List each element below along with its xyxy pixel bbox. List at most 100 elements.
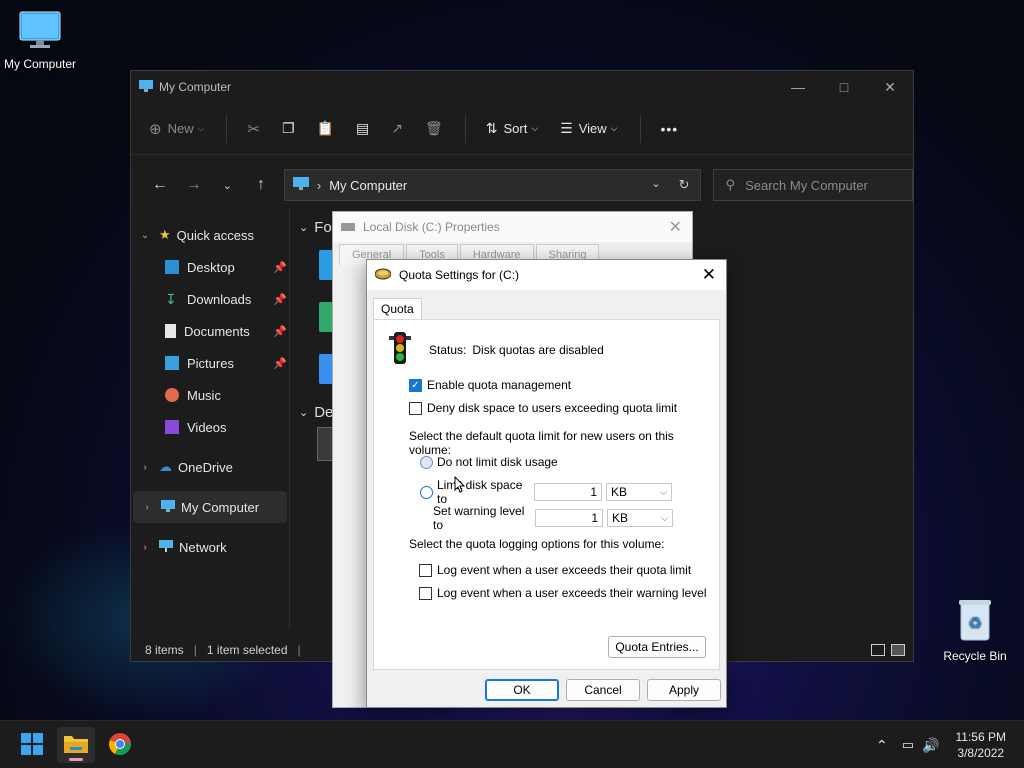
limit-unit-select[interactable]: KB ⌵ <box>606 483 672 501</box>
details-view-icon[interactable] <box>871 644 885 656</box>
large-icons-view-icon[interactable] <box>891 644 905 656</box>
window-title: My Computer <box>159 80 232 94</box>
radio-button[interactable] <box>420 485 433 499</box>
nav-item-music[interactable]: Music <box>131 379 289 411</box>
rename-button[interactable]: ▤ <box>356 120 369 137</box>
default-limit-heading: Select the default quota limit for new u… <box>409 429 719 457</box>
back-arrow-icon[interactable]: ← <box>143 176 177 194</box>
share-button[interactable]: ↗ <box>391 120 403 137</box>
paste-button[interactable]: 📋 <box>317 120 334 137</box>
maximize-button[interactable]: □ <box>821 71 867 103</box>
nav-onedrive[interactable]: › ☁ OneDrive <box>131 451 289 483</box>
checkbox-unchecked[interactable] <box>419 563 432 577</box>
pin-icon[interactable]: 📌 <box>273 357 287 370</box>
network-icon <box>159 539 173 555</box>
nav-quick-access[interactable]: ⌄ ★ Quick access <box>131 219 289 251</box>
log-warning-checkbox[interactable]: Log event when a user exceeds their warn… <box>419 586 707 600</box>
deny-space-checkbox[interactable]: Deny disk space to users exceeding quota… <box>409 401 677 415</box>
expanded-chevron-icon[interactable]: ⌄ <box>131 230 159 241</box>
properties-titlebar[interactable]: Local Disk (C:) Properties ✕ <box>333 212 692 242</box>
rename-icon: ▤ <box>356 120 370 136</box>
minimize-button[interactable]: — <box>775 71 821 103</box>
pin-icon[interactable]: 📌 <box>273 325 287 338</box>
delete-button[interactable]: 🗑 <box>425 120 443 137</box>
explorer-titlebar[interactable]: My Computer — □ ✕ <box>131 71 913 103</box>
cancel-button[interactable]: Cancel <box>566 679 640 701</box>
pin-icon[interactable]: 📌 <box>273 261 287 274</box>
breadcrumb-my-computer[interactable]: My Computer <box>329 178 407 193</box>
video-icon <box>165 420 179 434</box>
quota-entries-button[interactable]: Quota Entries... <box>608 636 706 658</box>
warning-value-input[interactable]: 1 <box>535 509 603 527</box>
desktop-folder-icon <box>165 260 179 274</box>
collapsed-chevron-icon[interactable]: › <box>131 542 159 553</box>
nav-item-documents[interactable]: Documents 📌 <box>131 315 289 347</box>
refresh-icon[interactable]: ↻ <box>679 177 690 193</box>
forward-arrow-icon[interactable]: → <box>177 176 211 194</box>
ok-button[interactable]: OK <box>485 679 559 701</box>
address-dropdown-chevron-icon[interactable]: ⌄ <box>651 177 660 193</box>
collapsed-chevron-icon[interactable]: › <box>133 502 161 513</box>
collapsed-chevron-icon[interactable]: › <box>131 462 159 473</box>
nav-label: Quick access <box>176 227 254 243</box>
copy-button[interactable]: ❐ <box>282 120 295 137</box>
logging-heading: Select the quota logging options for thi… <box>409 537 665 551</box>
quota-titlebar[interactable]: Quota Settings for (C:) ✕ <box>367 260 726 290</box>
checkbox-checked[interactable]: ✓ <box>409 378 422 392</box>
warning-unit-select[interactable]: KB ⌵ <box>607 509 673 527</box>
toolbar-divider <box>226 114 228 143</box>
taskbar-chrome[interactable] <box>101 727 139 763</box>
nav-item-desktop[interactable]: Desktop 📌 <box>131 251 289 283</box>
desktop-icon-recycle-bin[interactable]: ♻ Recycle Bin <box>935 598 1015 663</box>
nav-label: My Computer <box>181 499 260 515</box>
taskbar: ⌃ ▭ 🔊 11:56 PM 3/8/2022 <box>0 720 1024 768</box>
radio-button[interactable] <box>420 455 433 469</box>
copy-icon: ❐ <box>282 120 295 136</box>
more-options-button[interactable]: ••• <box>661 121 679 137</box>
start-button[interactable] <box>13 727 51 763</box>
new-button[interactable]: ⊕ New ⌵ <box>149 120 204 138</box>
pin-icon[interactable]: 📌 <box>273 293 287 306</box>
close-button[interactable]: ✕ <box>867 71 913 103</box>
cut-button[interactable]: ✂ <box>247 120 260 138</box>
expanded-chevron-icon[interactable]: ⌄ <box>299 406 308 419</box>
nav-network[interactable]: › Network <box>131 531 289 563</box>
navigation-pane: ⌄ ★ Quick access Desktop 📌 ↧ Downloads 📌… <box>131 219 289 629</box>
checkbox-unchecked[interactable] <box>419 586 432 600</box>
monitor-icon <box>292 177 309 193</box>
clock[interactable]: 11:56 PM 3/8/2022 <box>956 729 1006 761</box>
nav-my-computer[interactable]: › My Computer <box>133 491 287 523</box>
default-limit-heading-text: Select the default quota limit for new u… <box>409 429 674 457</box>
nav-item-downloads[interactable]: ↧ Downloads 📌 <box>131 283 289 315</box>
pane-splitter[interactable] <box>289 209 290 629</box>
tab-quota[interactable]: Quota <box>373 298 422 319</box>
search-input[interactable]: ⚲ Search My Computer <box>712 169 913 201</box>
show-hidden-icons-chevron-icon[interactable]: ⌃ <box>876 737 888 754</box>
close-icon[interactable]: ✕ <box>702 265 716 285</box>
monitor-icon <box>161 499 175 515</box>
expanded-chevron-icon[interactable]: ⌄ <box>299 221 308 234</box>
speaker-icon[interactable]: 🔊 <box>922 737 939 754</box>
log-limit-checkbox[interactable]: Log event when a user exceeds their quot… <box>419 563 691 577</box>
recent-locations-chevron-icon[interactable]: ⌄ <box>210 179 244 192</box>
address-bar[interactable]: › My Computer ⌄ ↻ <box>283 169 701 201</box>
checkbox-unchecked[interactable] <box>409 401 422 415</box>
chevron-down-icon: ⌵ <box>531 123 539 133</box>
network-display-icon[interactable]: ▭ <box>902 737 914 753</box>
enable-quota-checkbox[interactable]: ✓ Enable quota management <box>409 378 571 392</box>
nav-item-pictures[interactable]: Pictures 📌 <box>131 347 289 379</box>
no-limit-radio[interactable]: Do not limit disk usage <box>420 455 558 469</box>
view-button[interactable]: ☰ View ⌵ <box>560 120 617 137</box>
limit-value-input[interactable]: 1 <box>534 483 602 501</box>
breadcrumb-chevron-icon[interactable]: › <box>317 178 321 193</box>
desktop-icon-my-computer[interactable]: My Computer <box>0 10 80 71</box>
disk-icon <box>374 268 392 283</box>
system-tray: ⌃ ▭ 🔊 11:56 PM 3/8/2022 <box>876 721 1024 768</box>
up-arrow-icon[interactable]: ↑ <box>244 176 278 194</box>
taskbar-file-explorer[interactable] <box>57 727 95 763</box>
sort-button[interactable]: ⇅ Sort ⌵ <box>486 120 538 137</box>
nav-label: Documents <box>184 323 250 339</box>
apply-button[interactable]: Apply <box>647 679 721 701</box>
close-icon[interactable]: ✕ <box>669 217 682 237</box>
nav-item-videos[interactable]: Videos <box>131 411 289 443</box>
